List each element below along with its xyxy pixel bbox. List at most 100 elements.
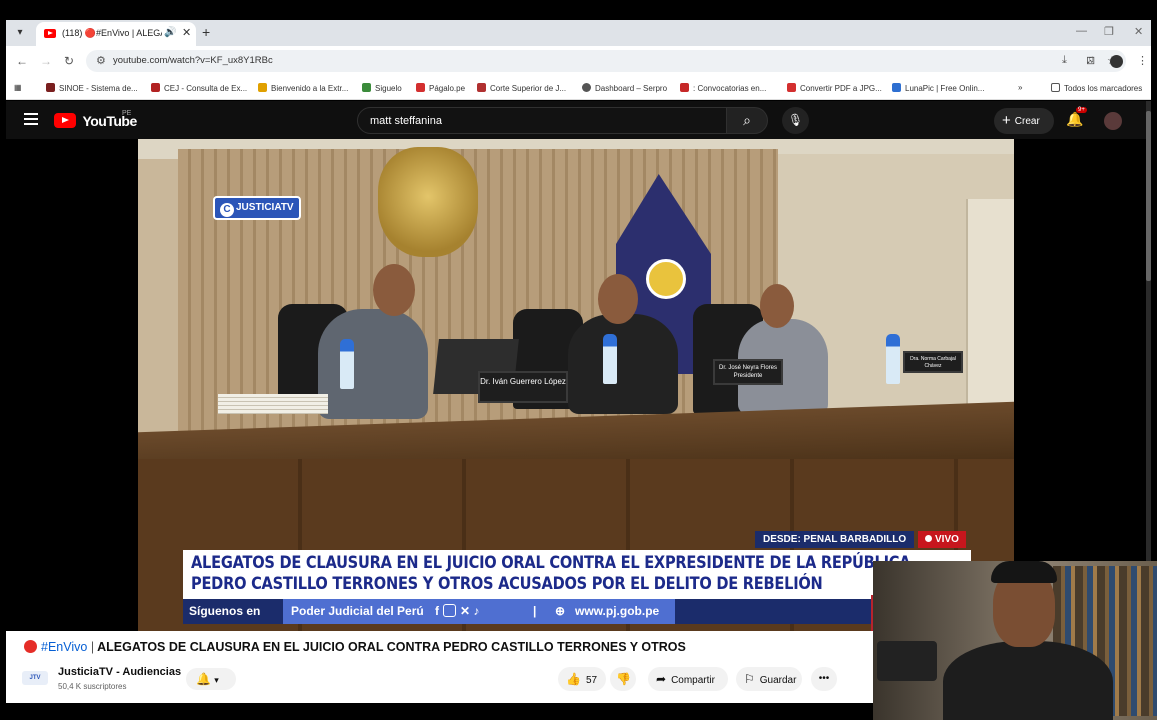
bookmark-item[interactable]: Siguelo <box>362 83 402 93</box>
thumbs-up-icon: 👍 <box>566 672 581 686</box>
search-input[interactable]: matt steffanina <box>357 107 727 134</box>
back-icon[interactable]: ← <box>16 54 28 68</box>
tab-title: (118) 🔴#EnVivo | ALEGATO <box>62 28 162 38</box>
bookmark-item[interactable]: SINOE - Sistema de... <box>46 83 138 93</box>
share-button[interactable]: ➦ Compartir <box>648 667 728 691</box>
hamburger-menu-icon[interactable] <box>24 113 38 128</box>
account-avatar[interactable] <box>1104 112 1122 130</box>
headline-line-1: ALEGATOS DE CLAUSURA EN EL JUICIO ORAL C… <box>191 553 911 573</box>
dislike-button[interactable]: 👎 <box>610 667 636 691</box>
new-tab-icon[interactable]: + <box>202 24 210 40</box>
download-icon[interactable]: ⤓ <box>1062 54 1067 67</box>
social-pill: Poder Judicial del Perú f ✕ ♪ | ⊕ www.pj.… <box>283 599 675 624</box>
all-bookmarks-folder[interactable]: Todos los marcadores <box>1051 83 1142 93</box>
bookmark-item[interactable]: Convertir PDF a JPG... <box>787 83 882 93</box>
plus-icon: + <box>1002 112 1011 129</box>
facebook-icon: f <box>435 604 439 618</box>
video-title: #EnVivo | ALEGATOS DE CLAUSURA EN EL JUI… <box>24 640 686 654</box>
reload-icon[interactable]: ↻ <box>64 54 74 68</box>
channel-avatar[interactable]: JTV <box>22 671 48 685</box>
profile-avatar[interactable] <box>1110 55 1123 68</box>
judge-figure <box>318 309 428 419</box>
restore-icon[interactable]: ❐ <box>1104 25 1114 38</box>
scrollbar-thumb[interactable] <box>1146 111 1151 281</box>
close-tab-icon[interactable]: ✕ <box>182 26 191 39</box>
search-button[interactable]: ⌕ <box>726 107 768 134</box>
live-dot-icon <box>925 535 932 542</box>
folder-icon <box>1051 83 1060 92</box>
share-icon: ➦ <box>656 672 667 686</box>
streamer-body <box>943 641 1113 720</box>
youtube-play-icon <box>54 113 76 129</box>
search-query: matt steffanina <box>370 115 442 127</box>
bookmark-favicon-icon <box>892 83 901 92</box>
chevron-down-icon: ▾ <box>214 675 219 685</box>
region-code: PE <box>122 110 132 117</box>
site-info-icon[interactable]: ⚙ <box>96 54 106 67</box>
notifications-button[interactable]: 🔔 9+ <box>1066 107 1087 128</box>
bookmark-item[interactable]: CEJ - Consulta de Ex... <box>151 83 247 93</box>
justiciatv-bug: C JUSTICIATV <box>213 196 301 220</box>
nameplate: Dr. Iván Guerrero López <box>478 371 568 403</box>
judge-head <box>598 274 638 324</box>
social-bar: Síguenos en Poder Judicial del Perú f ✕ ♪… <box>183 599 873 624</box>
nameplate: Dr. José Neyra Flores Presidente <box>713 359 783 385</box>
globe-icon: ⊕ <box>555 604 566 618</box>
youtube-favicon-icon <box>44 29 56 38</box>
judge-figure <box>568 314 678 414</box>
speaker-icon[interactable]: 🔊 <box>164 27 176 38</box>
bookmark-item[interactable]: : Convocatorias en... <box>680 83 766 93</box>
video-player[interactable]: Dr. Iván Guerrero López Dr. José Neyra F… <box>138 139 1014 631</box>
close-window-icon[interactable]: ✕ <box>1134 25 1143 38</box>
subscriber-count: 50,4 K suscriptores <box>58 682 127 691</box>
notification-badge: 9+ <box>1076 107 1087 113</box>
headline-banner: ALEGATOS DE CLAUSURA EN EL JUICIO ORAL C… <box>183 550 971 599</box>
nameplate: Dra. Norma Carbajal Chávez <box>903 351 963 373</box>
tiktok-icon: ♪ <box>473 604 480 618</box>
more-actions-button[interactable]: ••• <box>811 667 837 691</box>
address-bar[interactable]: ⚙ youtube.com/watch?v=KF_ux8Y1RBc ⊡ ☆ <box>86 50 1126 72</box>
media-control-icon[interactable]: ♫ <box>1086 54 1094 66</box>
location-banner: DESDE: PENAL BARBADILLO <box>755 531 915 548</box>
forward-icon[interactable]: → <box>40 54 52 68</box>
bookmark-item[interactable]: Dashboard – Serpro <box>582 83 667 93</box>
save-button[interactable]: ⚐ Guardar <box>736 667 802 691</box>
tab-search-icon[interactable]: ▾ <box>12 25 28 41</box>
apps-grid-icon[interactable]: ▦ <box>14 83 22 92</box>
divider: | <box>533 604 537 618</box>
browser-toolbar: ← → ↻ ⚙ youtube.com/watch?v=KF_ux8Y1RBc … <box>6 46 1151 76</box>
bookmark-item[interactable]: Corte Superior de J... <box>477 83 566 93</box>
bookmark-item[interactable]: LunaPic | Free Onlin... <box>892 83 984 93</box>
water-bottle <box>340 339 354 389</box>
bookmark-favicon-icon <box>151 83 160 92</box>
browser-tab-active[interactable]: (118) 🔴#EnVivo | ALEGATO 🔊 ✕ <box>36 22 196 46</box>
poder-judicial-label: Poder Judicial del Perú <box>291 604 424 618</box>
instagram-icon <box>443 604 456 617</box>
hashtag-link[interactable]: #EnVivo <box>41 640 87 654</box>
bookmark-item[interactable]: Págalo.pe <box>416 83 465 93</box>
menu-kebab-icon[interactable]: ⋮ <box>1137 54 1148 67</box>
video-info: #EnVivo | ALEGATOS DE CLAUSURA EN EL JUI… <box>6 631 873 703</box>
page-scrollbar[interactable] <box>1146 101 1151 561</box>
subscription-bell-button[interactable]: 🔔 ▾ <box>186 668 236 690</box>
bookmark-item[interactable]: Bienvenido a la Extr... <box>258 83 348 93</box>
screen: ▾ (118) 🔴#EnVivo | ALEGATO 🔊 ✕ + — ❐ ✕ ←… <box>0 0 1157 720</box>
water-bottle <box>886 334 900 384</box>
printer-image <box>877 641 937 681</box>
more-bookmarks-icon[interactable]: » <box>1018 83 1022 92</box>
browser-tabstrip: ▾ (118) 🔴#EnVivo | ALEGATO 🔊 ✕ + — ❐ ✕ <box>6 20 1151 46</box>
like-button[interactable]: 👍 57 <box>558 667 606 691</box>
create-button[interactable]: + Crear <box>994 108 1054 134</box>
youtube-logo[interactable]: YouTube PE <box>54 110 137 130</box>
bell-icon: 🔔 <box>196 672 211 686</box>
minimize-icon[interactable]: — <box>1076 25 1087 37</box>
live-red-circle-icon <box>24 640 37 653</box>
follow-label: Síguenos en <box>189 604 261 618</box>
bookmark-favicon-icon <box>582 83 591 92</box>
channel-name[interactable]: JusticiaTV - Audiencias <box>58 666 181 678</box>
bookmark-icon: ⚐ <box>744 672 755 686</box>
voice-search-button[interactable]: 🎙 <box>782 107 809 134</box>
bookmark-favicon-icon <box>416 83 425 92</box>
bookmark-favicon-icon <box>362 83 371 92</box>
youtube-header: YouTube PE matt steffanina ⌕ 🎙 + Crear 🔔 9… <box>6 101 1146 139</box>
